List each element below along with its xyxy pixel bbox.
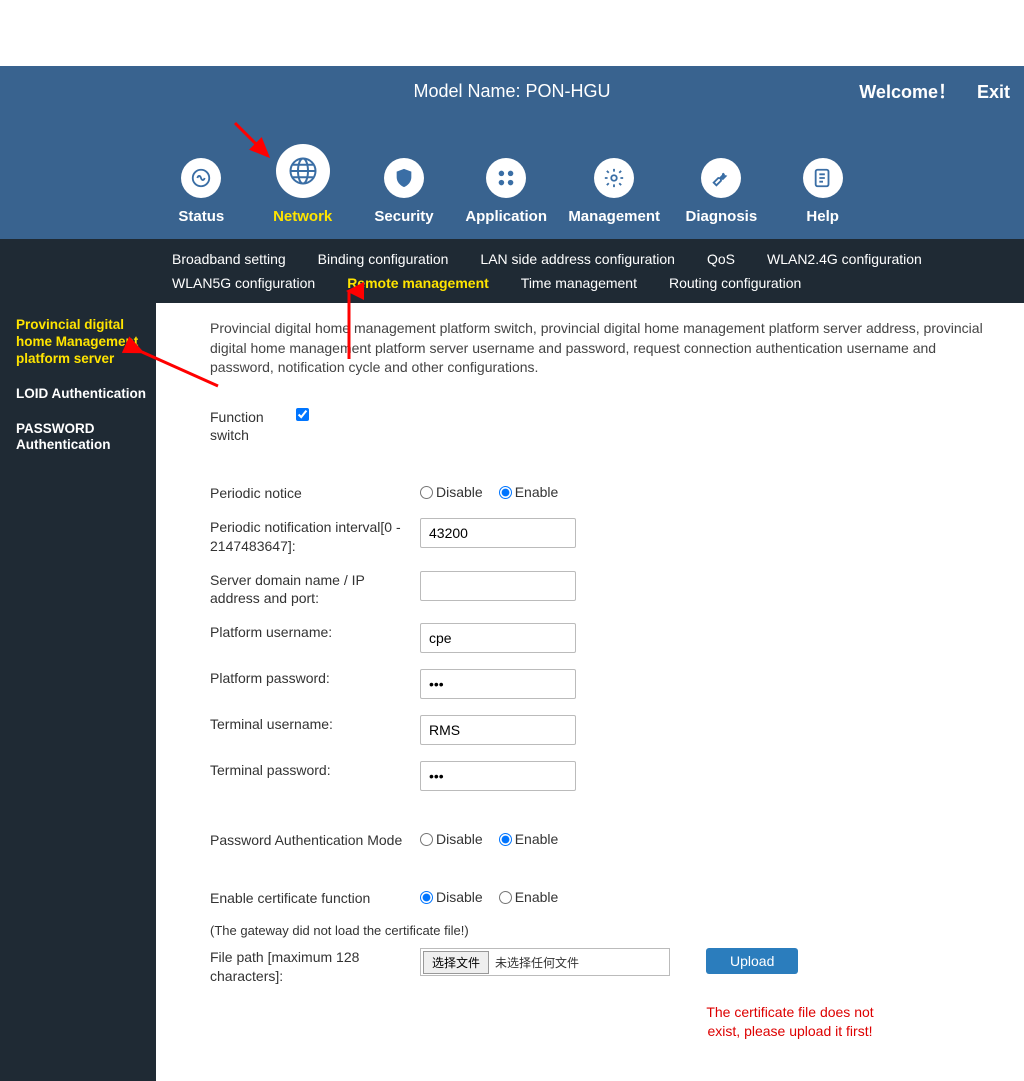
terminal-pass-input[interactable] (420, 761, 576, 791)
subnav-wlan5[interactable]: WLAN5G configuration (156, 271, 331, 295)
exit-link[interactable]: Exit (977, 82, 1010, 102)
subnav-remote-mgmt[interactable]: Remote management (331, 271, 505, 295)
nav-diagnosis[interactable]: Diagnosis (681, 158, 761, 225)
top-whitespace (0, 0, 1024, 66)
file-none-text: 未选择任何文件 (491, 954, 579, 971)
primary-nav: Status Network Security Application (0, 116, 1024, 239)
terminal-user-label: Terminal username: (210, 715, 420, 733)
sidebar: Provincial digital home Management platf… (0, 303, 156, 1081)
subnav-qos[interactable]: QoS (691, 247, 751, 271)
status-icon (181, 158, 221, 198)
interval-input[interactable] (420, 518, 576, 548)
nav-label: Application (465, 208, 547, 225)
file-chooser[interactable]: 选择文件 未选择任何文件 (420, 948, 670, 976)
server-input[interactable] (420, 571, 576, 601)
shield-icon (384, 158, 424, 198)
model-name: Model Name: PON-HGU (413, 81, 610, 102)
subnav-wlan24[interactable]: WLAN2.4G configuration (751, 247, 938, 271)
nav-label: Help (806, 208, 839, 225)
upload-button[interactable]: Upload (706, 948, 798, 974)
function-switch-label: Function switch (210, 408, 296, 444)
platform-user-label: Platform username: (210, 623, 420, 641)
nav-label: Status (178, 208, 224, 225)
cert-note: (The gateway did not load the certificat… (210, 923, 1000, 938)
welcome-text: Welcome！ (859, 82, 956, 102)
periodic-notice-disable[interactable]: Disable (420, 484, 483, 500)
nav-label: Management (568, 208, 660, 225)
sidebar-item-password-auth[interactable]: PASSWORD Authentication (16, 421, 148, 455)
nav-management[interactable]: Management (568, 158, 660, 225)
subnav-binding[interactable]: Binding configuration (302, 247, 465, 271)
nav-application[interactable]: Application (465, 158, 547, 225)
sub-nav: Broadband setting Binding configuration … (0, 239, 1024, 303)
sidebar-item-provincial[interactable]: Provincial digital home Management platf… (16, 317, 148, 368)
subnav-lan[interactable]: LAN side address configuration (464, 247, 691, 271)
file-path-label: File path [maximum 128 characters]: (210, 948, 420, 984)
help-icon (803, 158, 843, 198)
cert-enable[interactable]: Enable (499, 889, 559, 905)
wrench-icon (701, 158, 741, 198)
page-description: Provincial digital home management platf… (210, 319, 1000, 378)
cert-warning-text: The certificate file does not exist, ple… (700, 1003, 880, 1041)
pwd-auth-enable[interactable]: Enable (499, 831, 559, 847)
platform-pass-label: Platform password: (210, 669, 420, 687)
content-panel: Provincial digital home management platf… (156, 303, 1024, 1081)
subnav-routing[interactable]: Routing configuration (653, 271, 817, 295)
terminal-user-input[interactable] (420, 715, 576, 745)
periodic-notice-label: Periodic notice (210, 484, 420, 502)
nav-network[interactable]: Network (263, 144, 343, 225)
platform-user-input[interactable] (420, 623, 576, 653)
nav-label: Diagnosis (685, 208, 757, 225)
platform-pass-input[interactable] (420, 669, 576, 699)
pwd-auth-disable[interactable]: Disable (420, 831, 483, 847)
subnav-time-mgmt[interactable]: Time management (505, 271, 653, 295)
nav-label: Network (273, 208, 332, 225)
header-right: Welcome！ Exit (843, 78, 1010, 104)
nav-help[interactable]: Help (783, 158, 863, 225)
nav-security[interactable]: Security (364, 158, 444, 225)
cert-disable[interactable]: Disable (420, 889, 483, 905)
server-label: Server domain name / IP address and port… (210, 571, 420, 607)
nav-label: Security (374, 208, 433, 225)
globe-icon (276, 144, 330, 198)
cert-enable-label: Enable certificate function (210, 889, 420, 907)
sidebar-item-loid-auth[interactable]: LOID Authentication (16, 386, 148, 403)
apps-icon (486, 158, 526, 198)
function-switch-checkbox[interactable] (296, 408, 309, 421)
pwd-auth-mode-label: Password Authentication Mode (210, 831, 420, 849)
nav-status[interactable]: Status (161, 158, 241, 225)
interval-label: Periodic notification interval[0 - 21474… (210, 518, 420, 554)
header: Model Name: PON-HGU Welcome！ Exit Status… (0, 66, 1024, 239)
file-choose-button[interactable]: 选择文件 (423, 951, 489, 974)
subnav-broadband[interactable]: Broadband setting (156, 247, 302, 271)
gear-icon (594, 158, 634, 198)
periodic-notice-enable[interactable]: Enable (499, 484, 559, 500)
terminal-pass-label: Terminal password: (210, 761, 420, 779)
